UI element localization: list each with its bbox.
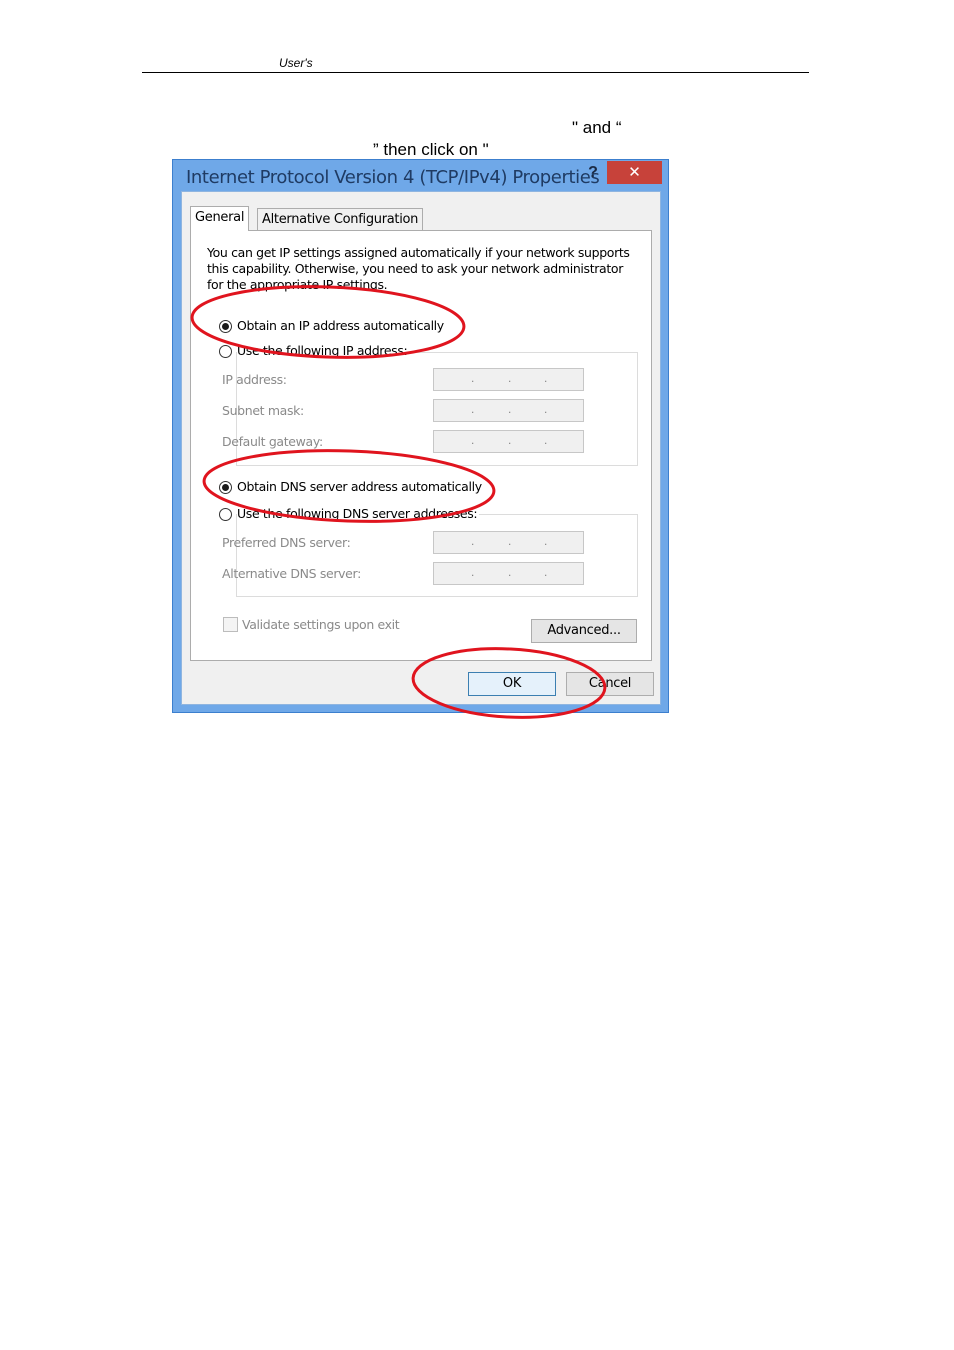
instruction-line-2: ” then click on " [373,140,489,159]
subnet-mask-field[interactable]: ... [433,399,584,422]
description-line-2: this capability. Otherwise, you need to … [207,261,623,276]
ip-address-label: IP address: [222,372,287,387]
ip-manual-radio[interactable] [219,345,232,358]
tab-general[interactable]: General [190,206,250,231]
dialog-title: Internet Protocol Version 4 (TCP/IPv4) P… [186,167,600,188]
validate-checkbox[interactable] [223,617,238,632]
description-line-1: You can get IP settings assigned automat… [207,245,630,260]
validate-label[interactable]: Validate settings upon exit [242,617,400,632]
ip-manual-label[interactable]: Use the following IP address: [237,343,410,358]
description-line-3: for the appropriate IP settings. [207,277,388,292]
page-header-text: User's [279,56,313,70]
ip-auto-radio[interactable] [219,320,232,333]
advanced-button[interactable]: Advanced... [531,619,637,643]
default-gateway-label: Default gateway: [222,434,323,449]
subnet-mask-label: Subnet mask: [222,403,304,418]
close-icon[interactable]: ✕ [607,161,662,184]
cancel-button[interactable]: Cancel [566,672,654,696]
dialog-client-area: General Alternative Configuration You ca… [181,191,661,705]
dns-auto-radio[interactable] [219,481,232,494]
default-gateway-field[interactable]: ... [433,430,584,453]
general-panel: You can get IP settings assigned automat… [190,230,652,661]
ip-auto-label[interactable]: Obtain an IP address automatically [237,318,444,333]
instruction-line-1: " and “ [572,118,622,137]
ipv4-properties-dialog: Internet Protocol Version 4 (TCP/IPv4) P… [172,159,669,713]
dns-manual-radio[interactable] [219,508,232,521]
ip-address-field[interactable]: ... [433,368,584,391]
dns-auto-label[interactable]: Obtain DNS server address automatically [237,479,482,494]
alternative-dns-label: Alternative DNS server: [222,566,361,581]
page-header-rule [142,72,809,73]
dns-manual-label[interactable]: Use the following DNS server addresses: [237,506,480,521]
alternative-dns-field[interactable]: ... [433,562,584,585]
preferred-dns-field[interactable]: ... [433,531,584,554]
preferred-dns-label: Preferred DNS server: [222,535,351,550]
ok-button[interactable]: OK [468,672,556,696]
help-icon[interactable]: ? [580,162,606,184]
tab-alternative-configuration[interactable]: Alternative Configuration [257,208,424,231]
